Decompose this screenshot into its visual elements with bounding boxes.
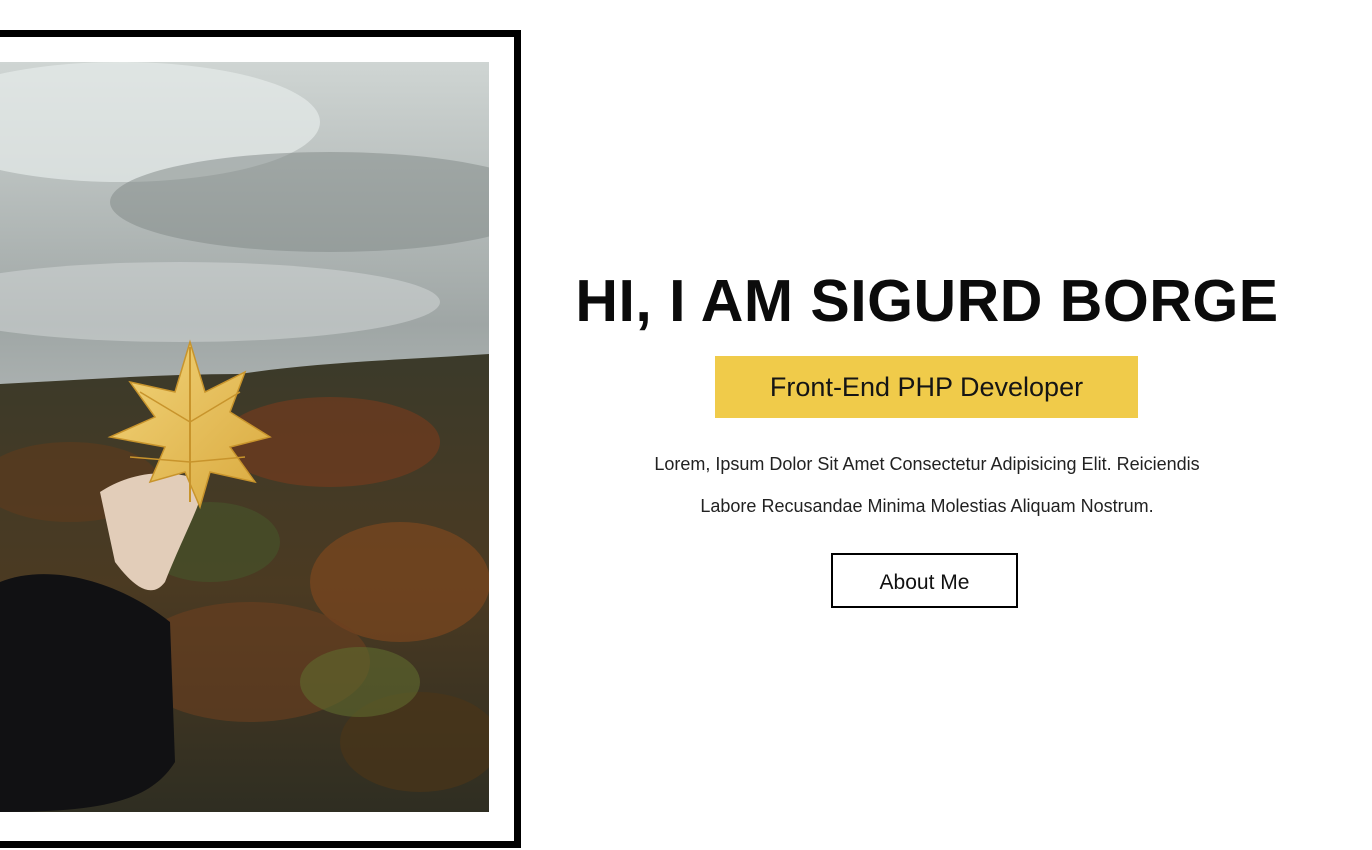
hero-section: HI, I AM SIGURD BORGE Front-End PHP Deve… xyxy=(560,0,1294,850)
hero-title: HI, I AM SIGURD BORGE xyxy=(575,268,1279,334)
photo-frame xyxy=(0,30,521,848)
intro-text: Lorem, Ipsum Dolor Sit Amet Consectetur … xyxy=(560,443,1294,527)
intro-line-2: Labore Recusandae Minima Molestias Aliqu… xyxy=(700,496,1154,516)
page: HI, I AM SIGURD BORGE Front-End PHP Deve… xyxy=(0,0,1372,850)
intro-line-1: Lorem, Ipsum Dolor Sit Amet Consectetur … xyxy=(654,454,1200,474)
about-me-button[interactable]: About Me xyxy=(831,553,1018,608)
role-badge: Front-End PHP Developer xyxy=(715,356,1138,418)
profile-photo xyxy=(0,62,489,812)
